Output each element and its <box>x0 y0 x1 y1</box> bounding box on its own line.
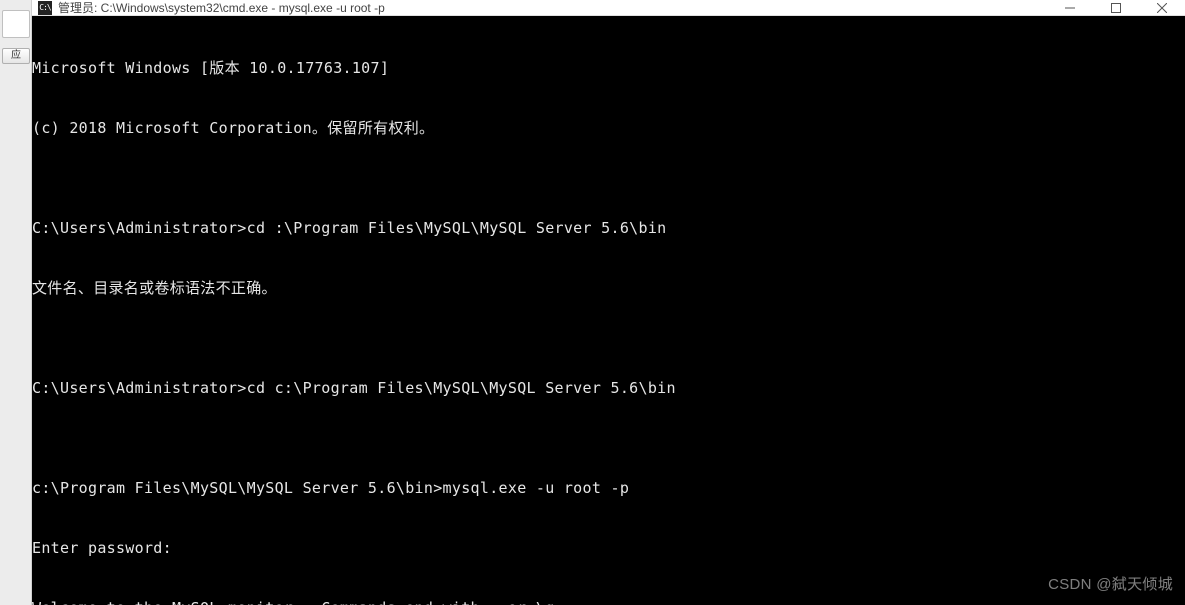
cmd-icon: C:\ <box>38 1 52 15</box>
cmd-window: C:\ 管理员: C:\Windows\system32\cmd.exe - m… <box>32 0 1185 605</box>
terminal-line: Enter password: <box>32 538 1185 558</box>
terminal-line: c:\Program Files\MySQL\MySQL Server 5.6\… <box>32 478 1185 498</box>
minimize-icon <box>1065 3 1075 13</box>
watermark: CSDN @弑天倾城 <box>1048 575 1173 595</box>
terminal-line: Welcome to the MySQL monitor. Commands e… <box>32 598 1185 605</box>
window-title: 管理员: C:\Windows\system32\cmd.exe - mysql… <box>58 0 385 16</box>
maximize-icon <box>1111 3 1121 13</box>
maximize-button[interactable] <box>1093 0 1139 15</box>
minimize-button[interactable] <box>1047 0 1093 15</box>
background-tab-stub <box>2 10 30 38</box>
terminal-line: C:\Users\Administrator>cd c:\Program Fil… <box>32 378 1185 398</box>
terminal-line: (c) 2018 Microsoft Corporation。保留所有权利。 <box>32 118 1185 138</box>
close-button[interactable] <box>1139 0 1185 15</box>
close-icon <box>1157 3 1167 13</box>
terminal-line: Microsoft Windows [版本 10.0.17763.107] <box>32 58 1185 78</box>
background-ui-strip: 应 <box>0 0 32 605</box>
terminal-line: C:\Users\Administrator>cd :\Program File… <box>32 218 1185 238</box>
terminal-line: 文件名、目录名或卷标语法不正确。 <box>32 278 1185 298</box>
background-button-stub: 应 <box>2 48 30 64</box>
window-controls <box>1047 0 1185 15</box>
titlebar[interactable]: C:\ 管理员: C:\Windows\system32\cmd.exe - m… <box>32 0 1185 16</box>
terminal-output[interactable]: Microsoft Windows [版本 10.0.17763.107] (c… <box>32 16 1185 605</box>
